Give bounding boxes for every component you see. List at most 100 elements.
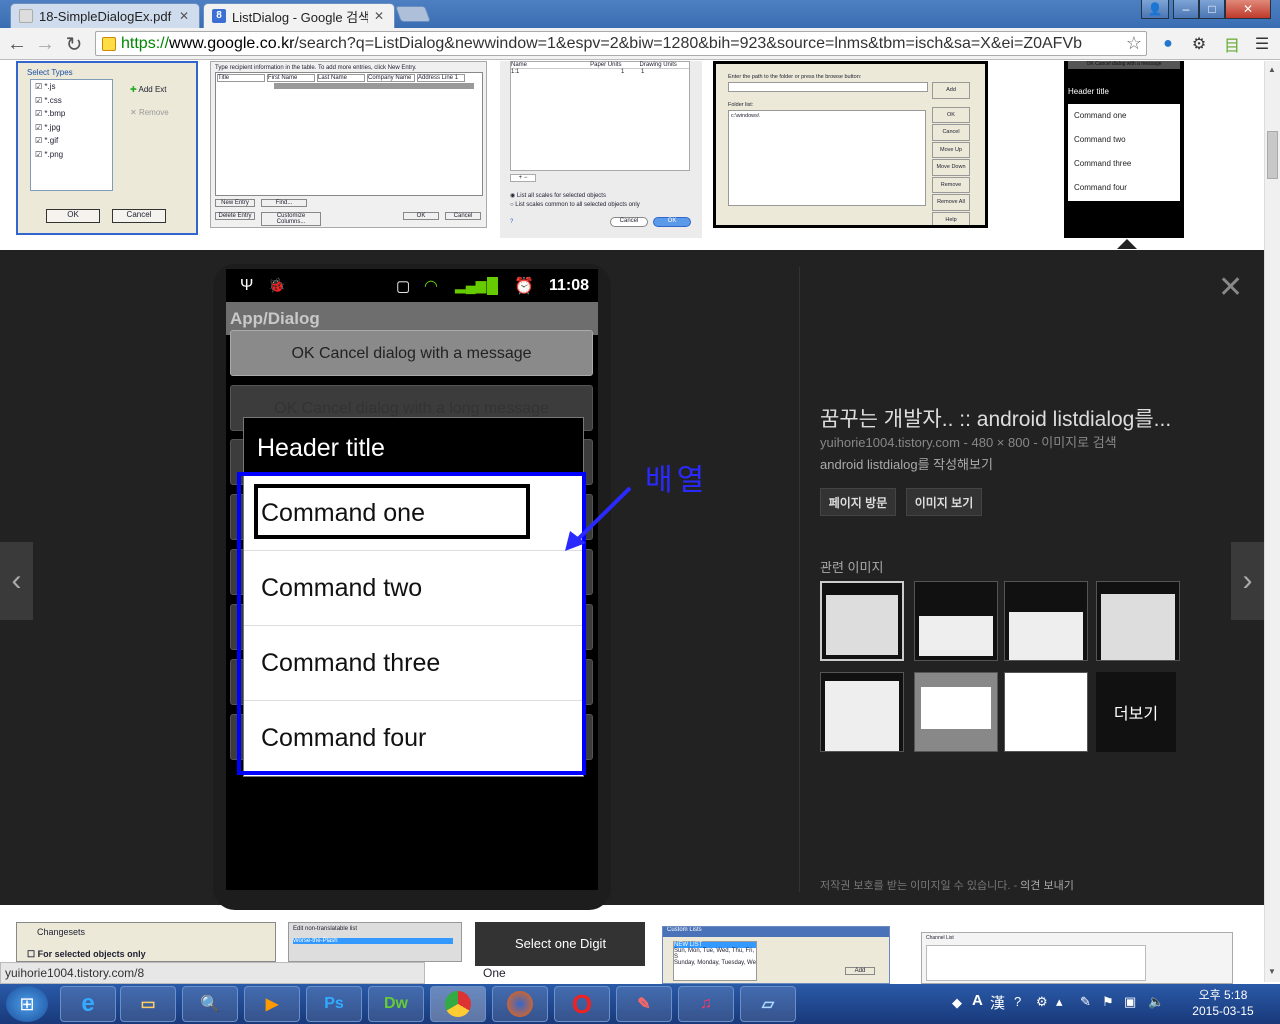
- result-thumb-nontranslatable[interactable]: Edit non-translatable list Worse-the-Pla…: [288, 922, 462, 962]
- list-item[interactable]: Command two: [244, 551, 583, 626]
- result-thumb-select-types[interactable]: Select Types ☑ *.js ☑ *.css ☑ *.bmp ☑ *.jpg…: [16, 61, 198, 235]
- next-image-button[interactable]: ›: [1231, 542, 1264, 620]
- tab-pdf[interactable]: 18-SimpleDialogEx.pdf ✕: [10, 3, 200, 28]
- address-bar[interactable]: https://www.google.co.kr/search?q=ListDi…: [95, 31, 1147, 56]
- pen-tray-icon[interactable]: ✎: [1080, 994, 1091, 1010]
- maximize-button[interactable]: □: [1199, 0, 1225, 19]
- tab-pdf-title: 18-SimpleDialogEx.pdf: [39, 8, 172, 24]
- dialog-title: Header title: [257, 434, 385, 462]
- firefox-icon[interactable]: [492, 986, 548, 1022]
- itunes-icon[interactable]: ♫: [678, 986, 734, 1022]
- list-item[interactable]: Command three: [244, 626, 583, 701]
- media-player-icon[interactable]: ▶: [244, 986, 300, 1022]
- result-thumb-channel-list[interactable]: Channel List: [921, 932, 1233, 984]
- related-thumb[interactable]: [1096, 581, 1180, 661]
- chrome-icon[interactable]: [430, 986, 486, 1022]
- related-images-label: 관련 이미지: [820, 560, 884, 575]
- related-thumb[interactable]: [914, 581, 998, 661]
- user-icon[interactable]: 👤: [1141, 0, 1169, 19]
- scroll-down-arrow-icon[interactable]: ▼: [1268, 967, 1276, 976]
- help-icon[interactable]: ?: [1014, 994, 1021, 1009]
- close-tab-icon[interactable]: ✕: [374, 9, 386, 23]
- battery-icon: [487, 276, 498, 295]
- url-text[interactable]: https://www.google.co.kr/search?q=ListDi…: [121, 35, 1131, 53]
- visit-page-button[interactable]: 페이지 방문: [820, 488, 896, 516]
- chevron-left-icon: ‹: [11, 564, 22, 597]
- minimize-button[interactable]: –: [1173, 0, 1199, 19]
- thumb-list: ☑ *.js ☑ *.css ☑ *.bmp ☑ *.jpg ☑ *.gif ☑ *.pn…: [30, 79, 113, 191]
- usb-icon: Ψ: [240, 276, 254, 294]
- opera-icon[interactable]: O: [554, 986, 610, 1022]
- tab-listdialog[interactable]: 8 ListDialog - Google 검색 ✕: [203, 3, 395, 28]
- ime-indicator[interactable]: A: [972, 992, 983, 1009]
- more-button[interactable]: 더보기: [1096, 672, 1176, 752]
- vibrate-icon: ▢: [396, 277, 411, 295]
- list-item[interactable]: Command four: [244, 701, 583, 776]
- search-by-image-link[interactable]: 이미지로 검색: [1041, 435, 1116, 450]
- scroll-thumb[interactable]: [1267, 131, 1278, 179]
- gear-icon[interactable]: ⚙: [1188, 33, 1210, 55]
- wifi-icon: ◠: [424, 277, 438, 295]
- feedback-link[interactable]: 의견 보내기: [1020, 880, 1074, 892]
- black-highlight-box: [254, 484, 530, 539]
- result-thumb-changesets[interactable]: Changesets ☐ For selected objects only: [16, 922, 276, 962]
- globe-icon[interactable]: ●: [1157, 33, 1179, 55]
- image-size: 480 × 800: [971, 435, 1030, 450]
- scroll-up-arrow-icon[interactable]: ▲: [1268, 65, 1276, 74]
- network-icon[interactable]: ▣: [1124, 994, 1136, 1010]
- chevron-right-icon: ›: [1242, 564, 1253, 597]
- bookmark-star-icon[interactable]: ☆: [1126, 33, 1142, 54]
- status-bar: Ψ 🐞 ▢ ◠ ▂▄▆ ⏰ 11:08: [226, 269, 598, 302]
- close-tab-icon[interactable]: ✕: [179, 9, 191, 23]
- related-thumb[interactable]: [820, 672, 904, 752]
- result-thumb-folders[interactable]: Enter the path to the folder or press th…: [713, 61, 988, 228]
- photoshop-icon[interactable]: Ps: [306, 986, 362, 1022]
- paint-icon[interactable]: ✎: [616, 986, 672, 1022]
- tray-time: 오후 5:18: [1198, 988, 1248, 1002]
- prev-image-button[interactable]: ‹: [0, 542, 33, 620]
- status-bar-url: yuihorie1004.tistory.com/8: [0, 962, 425, 984]
- network-tray-icon[interactable]: ◆: [952, 995, 962, 1011]
- related-thumb[interactable]: [820, 581, 904, 661]
- result-thumb-scales[interactable]: Name Paper Units Drawing Units 1:1 1 1 + − ◉…: [500, 61, 702, 238]
- back-arrow-icon[interactable]: ←: [5, 32, 29, 56]
- volume-icon[interactable]: 🔈: [1148, 994, 1164, 1010]
- clock-time: 11:08: [549, 276, 590, 294]
- forward-arrow-icon[interactable]: →: [33, 32, 57, 56]
- extension-icon[interactable]: 目: [1221, 33, 1243, 55]
- bg-button-ok-cancel[interactable]: OK Cancel dialog with a message: [230, 330, 593, 376]
- result-thumb-android-list[interactable]: OK Cancel dialog with a message Header t…: [1064, 61, 1184, 238]
- menu-icon[interactable]: ☰: [1251, 33, 1273, 55]
- image-source[interactable]: yuihorie1004.tistory.com: [820, 435, 960, 450]
- tray-clock[interactable]: 오후 5:18 2015-03-15: [1183, 987, 1263, 1019]
- phone-screen: Ψ 🐞 ▢ ◠ ▂▄▆ ⏰ 11:08 App/Dialog OK Cancel…: [226, 269, 598, 890]
- hanja-indicator[interactable]: 漢: [990, 992, 1005, 1013]
- panel-divider: [799, 267, 800, 892]
- result-thumb-select-digit[interactable]: Select one Digit One: [475, 922, 645, 984]
- tab-listdialog-title: ListDialog - Google 검색: [232, 9, 368, 25]
- annotation-arrow-icon: [565, 486, 632, 551]
- notepad-icon[interactable]: ▱: [740, 986, 796, 1022]
- result-thumb-custom-lists[interactable]: Custom Lists NEW LIST Sun, Mon, Tue, Wed,…: [662, 926, 890, 984]
- related-thumb[interactable]: [914, 672, 998, 752]
- explorer-icon[interactable]: ▭: [120, 986, 176, 1022]
- view-image-button[interactable]: 이미지 보기: [906, 488, 982, 516]
- tray-expand-icon[interactable]: ▴: [1056, 994, 1063, 1010]
- image-title[interactable]: 꿈꾸는 개발자.. :: android listdialog를...: [820, 403, 1171, 433]
- windows-logo-icon: ⊞: [19, 993, 35, 1014]
- start-button[interactable]: ⊞: [6, 986, 48, 1022]
- close-window-button[interactable]: ✕: [1225, 0, 1271, 19]
- related-thumb[interactable]: [1004, 672, 1088, 752]
- result-thumb-recipients[interactable]: Type recipient information in the table.…: [210, 61, 487, 228]
- related-thumb[interactable]: [1004, 581, 1088, 661]
- page-scrollbar[interactable]: ▲ ▼: [1264, 61, 1280, 982]
- dreamweaver-icon[interactable]: Dw: [368, 986, 424, 1022]
- flag-icon[interactable]: ⚑: [1102, 994, 1114, 1010]
- close-viewer-icon[interactable]: ✕: [1218, 270, 1243, 305]
- new-tab-button[interactable]: [395, 6, 431, 22]
- image-viewer-panel: ‹ ›: [0, 250, 1264, 910]
- reload-icon[interactable]: ↻: [62, 32, 86, 56]
- ie-icon[interactable]: e: [60, 986, 116, 1022]
- settings-tray-icon[interactable]: ⚙: [1036, 994, 1048, 1010]
- search-icon[interactable]: 🔍: [182, 986, 238, 1022]
